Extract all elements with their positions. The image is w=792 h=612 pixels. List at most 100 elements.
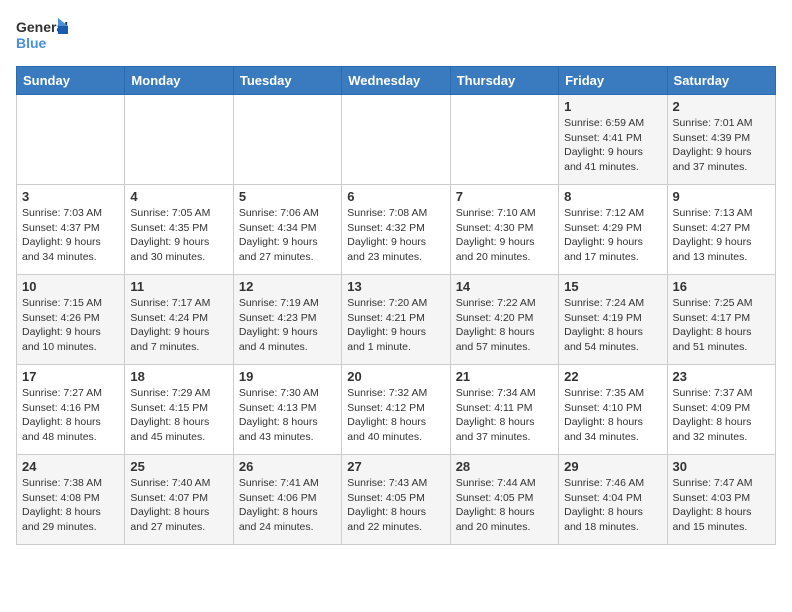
day-number: 2 (673, 99, 770, 114)
day-number: 26 (239, 459, 336, 474)
header-friday: Friday (559, 67, 667, 95)
day-number: 19 (239, 369, 336, 384)
calendar-cell: 1Sunrise: 6:59 AM Sunset: 4:41 PM Daylig… (559, 95, 667, 185)
calendar-week-2: 10 Sunrise: 7:15 AM Sunset: 4:26 PM Dayli… (17, 275, 776, 365)
day-info: Sunrise: 7:34 AM Sunset: 4:11 PM Dayligh… (456, 386, 553, 445)
calendar-cell: 5 Sunrise: 7:06 AM Sunset: 4:34 PM Daylig… (233, 185, 341, 275)
calendar-cell: 15 Sunrise: 7:24 AM Sunset: 4:19 PM Dayli… (559, 275, 667, 365)
calendar-week-3: 17 Sunrise: 7:27 AM Sunset: 4:16 PM Dayli… (17, 365, 776, 455)
logo: GeneralBlue (16, 16, 68, 56)
day-info: Sunrise: 7:44 AM Sunset: 4:05 PM Dayligh… (456, 476, 553, 535)
day-number: 9 (673, 189, 770, 204)
day-number: 10 (22, 279, 119, 294)
header-sunday: Sunday (17, 67, 125, 95)
calendar-header-row: SundayMondayTuesdayWednesdayThursdayFrid… (17, 67, 776, 95)
day-info: Sunrise: 7:24 AM Sunset: 4:19 PM Dayligh… (564, 296, 661, 355)
day-info: Sunrise: 7:29 AM Sunset: 4:15 PM Dayligh… (130, 386, 227, 445)
day-info: Sunrise: 7:25 AM Sunset: 4:17 PM Dayligh… (673, 296, 770, 355)
calendar-cell: 2 Sunrise: 7:01 AM Sunset: 4:39 PM Daylig… (667, 95, 775, 185)
calendar-week-0: 1Sunrise: 6:59 AM Sunset: 4:41 PM Daylig… (17, 95, 776, 185)
day-info: Sunrise: 7:27 AM Sunset: 4:16 PM Dayligh… (22, 386, 119, 445)
calendar-week-1: 3 Sunrise: 7:03 AM Sunset: 4:37 PM Daylig… (17, 185, 776, 275)
calendar-cell: 16 Sunrise: 7:25 AM Sunset: 4:17 PM Dayli… (667, 275, 775, 365)
calendar-cell: 17 Sunrise: 7:27 AM Sunset: 4:16 PM Dayli… (17, 365, 125, 455)
day-info: Sunrise: 7:46 AM Sunset: 4:04 PM Dayligh… (564, 476, 661, 535)
day-number: 8 (564, 189, 661, 204)
day-number: 7 (456, 189, 553, 204)
day-info: Sunrise: 7:08 AM Sunset: 4:32 PM Dayligh… (347, 206, 444, 265)
header-wednesday: Wednesday (342, 67, 450, 95)
day-number: 30 (673, 459, 770, 474)
day-info: Sunrise: 7:35 AM Sunset: 4:10 PM Dayligh… (564, 386, 661, 445)
calendar-week-4: 24 Sunrise: 7:38 AM Sunset: 4:08 PM Dayli… (17, 455, 776, 545)
header-monday: Monday (125, 67, 233, 95)
calendar-cell: 12 Sunrise: 7:19 AM Sunset: 4:23 PM Dayli… (233, 275, 341, 365)
day-number: 15 (564, 279, 661, 294)
calendar-cell: 22 Sunrise: 7:35 AM Sunset: 4:10 PM Dayli… (559, 365, 667, 455)
day-info: Sunrise: 7:01 AM Sunset: 4:39 PM Dayligh… (673, 116, 770, 175)
calendar-cell: 24 Sunrise: 7:38 AM Sunset: 4:08 PM Dayli… (17, 455, 125, 545)
calendar-cell (17, 95, 125, 185)
day-number: 27 (347, 459, 444, 474)
day-number: 11 (130, 279, 227, 294)
day-number: 18 (130, 369, 227, 384)
day-number: 12 (239, 279, 336, 294)
day-info: Sunrise: 7:19 AM Sunset: 4:23 PM Dayligh… (239, 296, 336, 355)
day-info: Sunrise: 7:03 AM Sunset: 4:37 PM Dayligh… (22, 206, 119, 265)
day-info: Sunrise: 7:10 AM Sunset: 4:30 PM Dayligh… (456, 206, 553, 265)
day-info: Sunrise: 7:20 AM Sunset: 4:21 PM Dayligh… (347, 296, 444, 355)
header-tuesday: Tuesday (233, 67, 341, 95)
day-info: Sunrise: 7:43 AM Sunset: 4:05 PM Dayligh… (347, 476, 444, 535)
calendar-cell (233, 95, 341, 185)
day-number: 1 (564, 99, 661, 114)
calendar-cell: 28 Sunrise: 7:44 AM Sunset: 4:05 PM Dayli… (450, 455, 558, 545)
calendar-cell: 23 Sunrise: 7:37 AM Sunset: 4:09 PM Dayli… (667, 365, 775, 455)
day-number: 20 (347, 369, 444, 384)
calendar-cell: 26 Sunrise: 7:41 AM Sunset: 4:06 PM Dayli… (233, 455, 341, 545)
day-info: Sunrise: 7:12 AM Sunset: 4:29 PM Dayligh… (564, 206, 661, 265)
calendar-cell: 18 Sunrise: 7:29 AM Sunset: 4:15 PM Dayli… (125, 365, 233, 455)
day-number: 5 (239, 189, 336, 204)
day-number: 28 (456, 459, 553, 474)
day-number: 24 (22, 459, 119, 474)
day-number: 14 (456, 279, 553, 294)
header-thursday: Thursday (450, 67, 558, 95)
day-info: Sunrise: 7:41 AM Sunset: 4:06 PM Dayligh… (239, 476, 336, 535)
calendar-cell: 11 Sunrise: 7:17 AM Sunset: 4:24 PM Dayli… (125, 275, 233, 365)
header-saturday: Saturday (667, 67, 775, 95)
day-number: 13 (347, 279, 444, 294)
calendar-cell: 4Sunrise: 7:05 AM Sunset: 4:35 PM Daylig… (125, 185, 233, 275)
day-number: 25 (130, 459, 227, 474)
day-number: 3 (22, 189, 119, 204)
day-info: Sunrise: 7:15 AM Sunset: 4:26 PM Dayligh… (22, 296, 119, 355)
day-info: Sunrise: 7:32 AM Sunset: 4:12 PM Dayligh… (347, 386, 444, 445)
calendar-cell: 30Sunrise: 7:47 AM Sunset: 4:03 PM Dayli… (667, 455, 775, 545)
calendar-cell: 25Sunrise: 7:40 AM Sunset: 4:07 PM Dayli… (125, 455, 233, 545)
day-number: 16 (673, 279, 770, 294)
calendar-cell (450, 95, 558, 185)
day-number: 17 (22, 369, 119, 384)
logo-icon: GeneralBlue (16, 16, 68, 56)
day-info: Sunrise: 7:06 AM Sunset: 4:34 PM Dayligh… (239, 206, 336, 265)
header: GeneralBlue (16, 16, 776, 56)
day-number: 6 (347, 189, 444, 204)
day-number: 22 (564, 369, 661, 384)
calendar-cell (125, 95, 233, 185)
day-number: 29 (564, 459, 661, 474)
calendar-cell: 3 Sunrise: 7:03 AM Sunset: 4:37 PM Daylig… (17, 185, 125, 275)
calendar-cell: 9Sunrise: 7:13 AM Sunset: 4:27 PM Daylig… (667, 185, 775, 275)
day-info: Sunrise: 7:38 AM Sunset: 4:08 PM Dayligh… (22, 476, 119, 535)
day-info: Sunrise: 7:05 AM Sunset: 4:35 PM Dayligh… (130, 206, 227, 265)
day-info: Sunrise: 7:17 AM Sunset: 4:24 PM Dayligh… (130, 296, 227, 355)
calendar-cell: 14 Sunrise: 7:22 AM Sunset: 4:20 PM Dayli… (450, 275, 558, 365)
calendar-cell: 10 Sunrise: 7:15 AM Sunset: 4:26 PM Dayli… (17, 275, 125, 365)
day-number: 23 (673, 369, 770, 384)
day-info: Sunrise: 7:30 AM Sunset: 4:13 PM Dayligh… (239, 386, 336, 445)
calendar-cell: 8 Sunrise: 7:12 AM Sunset: 4:29 PM Daylig… (559, 185, 667, 275)
calendar-cell: 6 Sunrise: 7:08 AM Sunset: 4:32 PM Daylig… (342, 185, 450, 275)
calendar-cell (342, 95, 450, 185)
day-info: Sunrise: 7:37 AM Sunset: 4:09 PM Dayligh… (673, 386, 770, 445)
day-info: Sunrise: 7:22 AM Sunset: 4:20 PM Dayligh… (456, 296, 553, 355)
day-number: 21 (456, 369, 553, 384)
calendar-cell: 13 Sunrise: 7:20 AM Sunset: 4:21 PM Dayli… (342, 275, 450, 365)
